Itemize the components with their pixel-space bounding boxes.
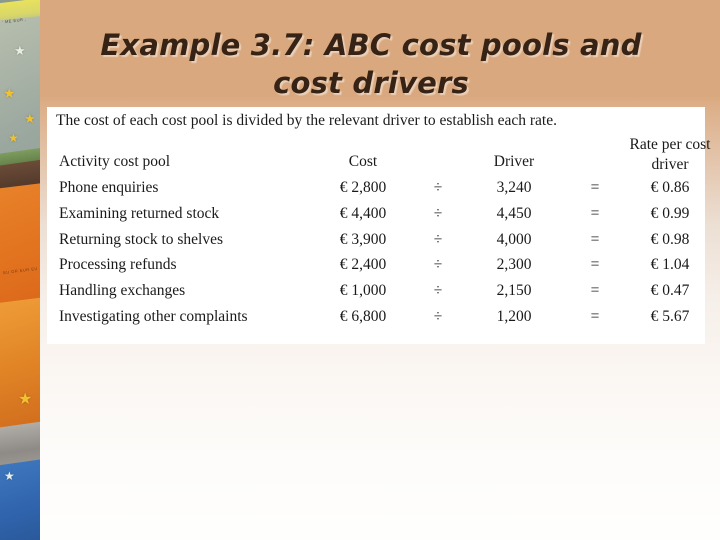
banknote-band-orange-light: [0, 295, 40, 435]
cell-equals: =: [590, 230, 600, 248]
cell-equals: =: [590, 282, 600, 300]
table-row: Examining returned stock € 4,400 ÷ 4,450 = € …: [47, 201, 717, 227]
cell-activity-cost-pool: Phone enquiries: [59, 179, 159, 196]
table-row: Returning stock to shelves € 3,900 ÷ 4,000 =…: [47, 227, 717, 253]
cell-operator: ÷: [433, 282, 443, 300]
cell-driver: 3,240: [496, 179, 532, 196]
cell-equals: =: [590, 256, 600, 274]
table-header-row: Activity cost pool Cost Driver Rate per …: [47, 135, 717, 175]
cell-rate-per-cost-driver: € 0.98: [650, 230, 690, 248]
column-header-equals: [567, 135, 623, 175]
column-header-operator: [415, 135, 461, 175]
cell-operator: ÷: [433, 230, 443, 248]
cell-activity-cost-pool: Returning stock to shelves: [59, 230, 224, 248]
cell-cost: € 6,800: [339, 307, 387, 325]
cell-rate-per-cost-driver: € 1.04: [650, 256, 690, 274]
cell-operator: ÷: [433, 256, 443, 274]
table-row: Processing refunds € 2,400 ÷ 2,300 = € 1.04: [47, 252, 717, 278]
rate-header-line-1: Rate per cost: [629, 136, 711, 153]
page-title: Example 3.7: ABC cost pools and cost dri…: [100, 28, 642, 100]
cell-operator: ÷: [433, 179, 443, 196]
star-icon: ★: [18, 391, 33, 408]
cell-cost: € 1,000: [339, 282, 387, 300]
panel-intro-text: The cost of each cost pool is divided by…: [56, 112, 557, 129]
cell-operator: ÷: [433, 307, 443, 325]
table-row: Phone enquiries € 2,800 ÷ 3,240 = € 0.86: [47, 175, 717, 201]
euro-banknotes-photo: ★ ★ ★ ★ ★ ★ ' ME EUR , EU OR EUR EU: [0, 0, 40, 540]
star-icon: ★: [24, 111, 36, 126]
content-panel: The cost of each cost pool is divided by…: [47, 107, 710, 344]
cell-driver: 4,450: [496, 204, 532, 222]
cell-rate-per-cost-driver: € 0.47: [650, 282, 690, 300]
table-header: Activity cost pool Cost Driver Rate per …: [47, 135, 717, 175]
cell-cost: € 3,900: [339, 230, 387, 248]
slide: ★ ★ ★ ★ ★ ★ ' ME EUR , EU OR EUR EU Exam…: [0, 0, 720, 540]
cell-driver: 2,150: [496, 282, 532, 300]
cell-cost: € 2,800: [339, 179, 387, 196]
cell-driver: 1,200: [496, 307, 532, 325]
column-header-cost: Cost: [348, 153, 378, 171]
column-header-activity-cost-pool: Activity cost pool: [59, 153, 171, 171]
table-row: Investigating other complaints € 6,800 ÷ 1,…: [47, 304, 717, 330]
star-icon: ★: [3, 85, 16, 101]
cell-rate-per-cost-driver: € 5.67: [650, 307, 690, 325]
column-header-driver: Driver: [493, 153, 535, 171]
cell-cost: € 2,400: [339, 256, 387, 274]
column-header-rate-per-cost-driver: Rate per cost driver: [623, 135, 717, 175]
star-icon: ★: [8, 131, 19, 145]
star-icon: ★: [4, 469, 15, 483]
cell-equals: =: [590, 179, 600, 196]
cell-activity-cost-pool: Examining returned stock: [59, 204, 220, 222]
cell-activity-cost-pool: Investigating other complaints: [59, 307, 248, 325]
rate-header-line-2: driver: [651, 156, 689, 173]
abc-cost-pool-table: Activity cost pool Cost Driver Rate per …: [47, 135, 717, 330]
cell-driver: 2,300: [496, 256, 532, 274]
table-row: Handling exchanges € 1,000 ÷ 2,150 = € 0.47: [47, 278, 717, 304]
cell-driver: 4,000: [496, 230, 532, 248]
cell-cost: € 4,400: [339, 204, 387, 222]
table-body: Phone enquiries € 2,800 ÷ 3,240 = € 0.86 Exami…: [47, 175, 717, 330]
cell-equals: =: [590, 204, 600, 222]
cell-rate-per-cost-driver: € 0.86: [650, 179, 690, 196]
cell-activity-cost-pool: Processing refunds: [59, 256, 177, 274]
star-icon: ★: [14, 43, 26, 58]
cell-activity-cost-pool: Handling exchanges: [59, 282, 186, 300]
cell-rate-per-cost-driver: € 0.99: [650, 204, 690, 222]
cell-equals: =: [590, 307, 600, 325]
cell-operator: ÷: [433, 204, 443, 222]
